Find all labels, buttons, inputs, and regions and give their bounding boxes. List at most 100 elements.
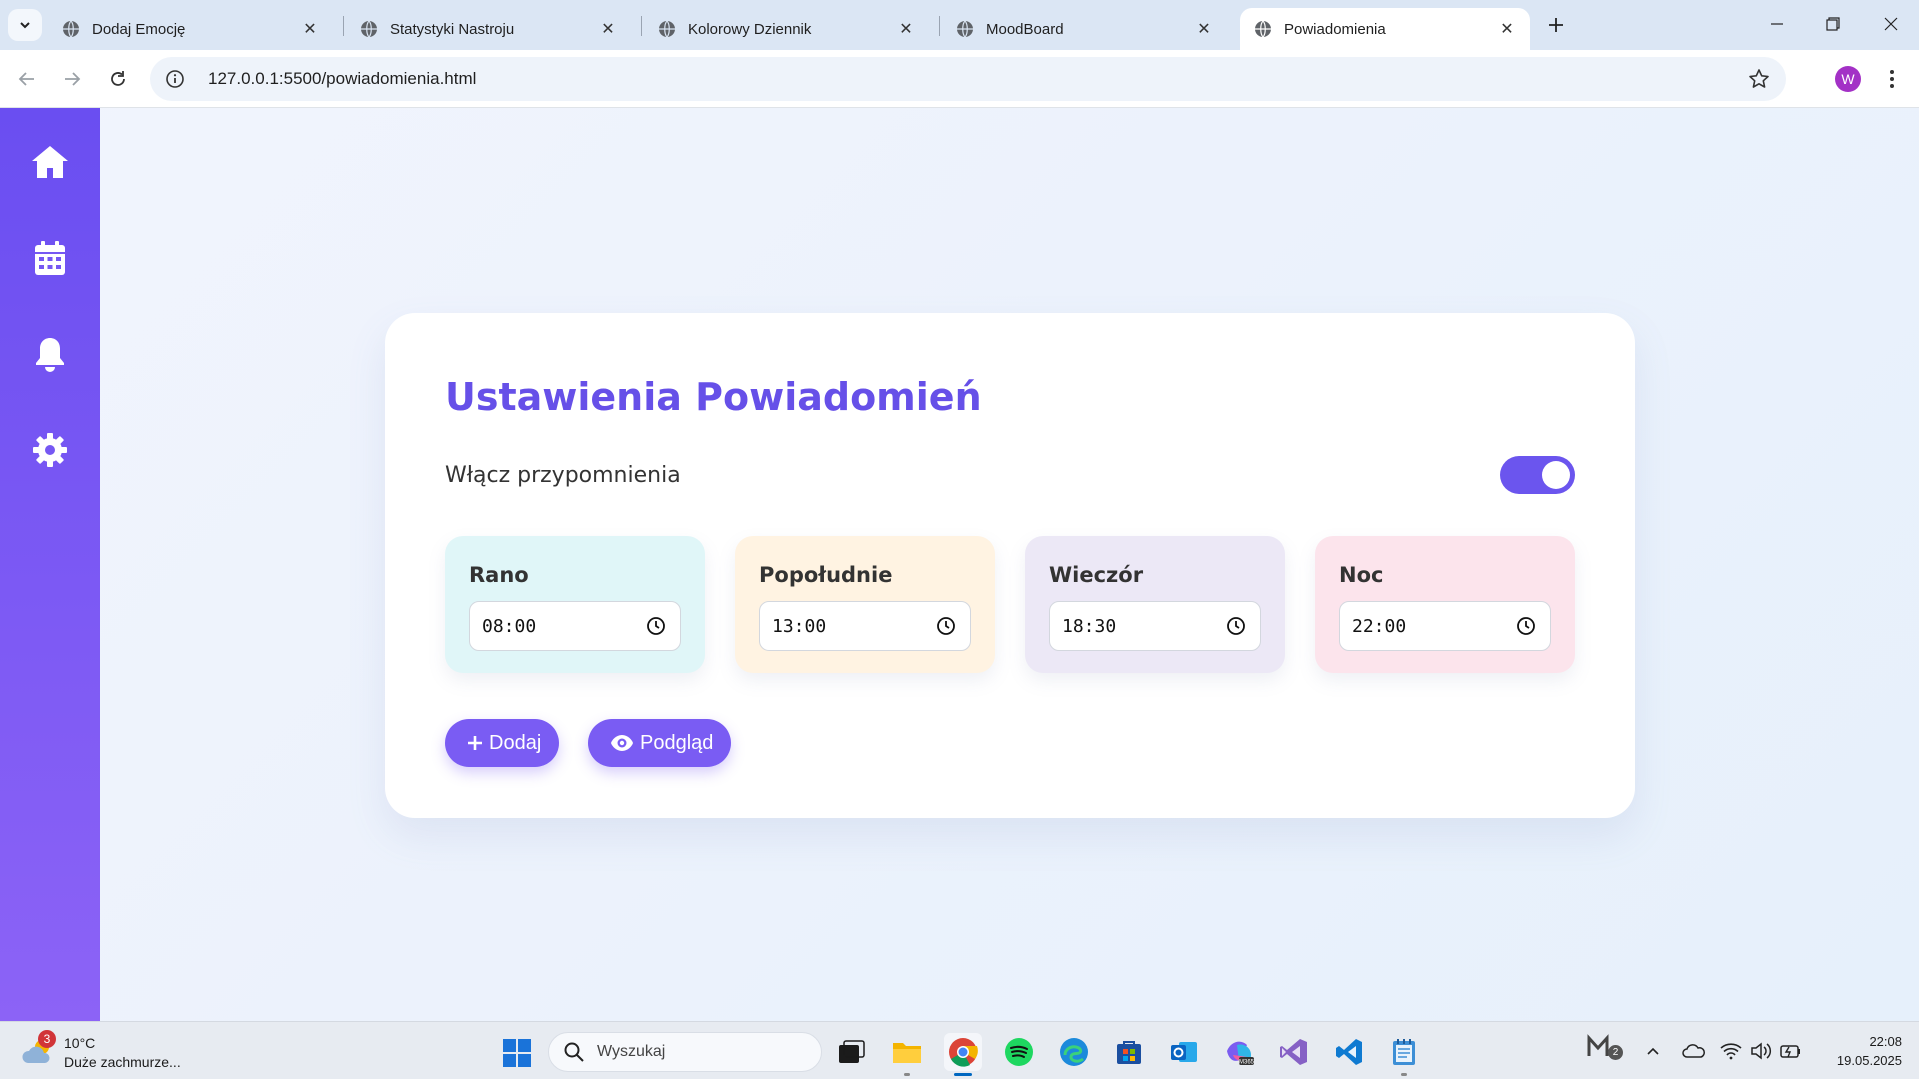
chevron-down-icon: [20, 22, 30, 29]
morning-time-input[interactable]: 08:00: [469, 601, 681, 651]
taskbar-m365[interactable]: M365: [1220, 1033, 1258, 1071]
tab-separator: [343, 16, 344, 36]
folder-icon: [893, 1043, 921, 1063]
task-view-icon: [839, 1040, 865, 1063]
close-icon[interactable]: ✕: [599, 20, 617, 38]
minimize-button[interactable]: [1752, 8, 1802, 40]
tray-app-m[interactable]: 2: [1587, 1034, 1623, 1060]
afternoon-time-input[interactable]: 13:00: [759, 601, 971, 651]
taskbar-visual-studio[interactable]: [1275, 1033, 1313, 1071]
star-icon[interactable]: [1748, 68, 1770, 90]
close-icon: [1884, 17, 1898, 31]
sidebar-item-notifications[interactable]: [26, 330, 74, 378]
taskbar-edge[interactable]: [1055, 1033, 1093, 1071]
info-icon[interactable]: [164, 68, 186, 90]
windows-icon: [503, 1039, 531, 1067]
restore-icon: [1826, 17, 1840, 31]
taskbar-outlook[interactable]: [1165, 1033, 1203, 1071]
tab-dodaj-emocje[interactable]: Dodaj Emocję ✕: [48, 8, 333, 50]
time-card-evening: Wieczór 18:30: [1025, 536, 1285, 673]
taskbar-spotify[interactable]: [1000, 1033, 1038, 1071]
start-button[interactable]: [502, 1038, 532, 1068]
close-icon[interactable]: ✕: [1195, 20, 1213, 38]
tray-badge: 2: [1608, 1045, 1623, 1060]
taskbar-store[interactable]: [1110, 1033, 1148, 1071]
close-icon[interactable]: ✕: [897, 20, 915, 38]
night-time-input[interactable]: 22:00: [1339, 601, 1551, 651]
running-indicator: [904, 1073, 910, 1076]
tab-strip: Dodaj Emocję ✕ Statystyki Nastroju ✕ Kol…: [0, 0, 1919, 50]
profile-avatar[interactable]: W: [1835, 66, 1861, 92]
outlook-icon: [1171, 1042, 1197, 1062]
search-icon: [564, 1042, 584, 1062]
forward-button[interactable]: [57, 64, 87, 94]
taskbar-notepad[interactable]: [1385, 1033, 1423, 1076]
spotify-icon: [1005, 1038, 1033, 1066]
globe-icon: [361, 20, 377, 38]
home-icon: [32, 146, 68, 178]
arrow-left-icon: [18, 72, 34, 86]
globe-icon: [63, 20, 79, 38]
tray-overflow-button[interactable]: [1642, 1040, 1664, 1062]
clock-date: 19.05.2025: [1836, 1053, 1902, 1068]
clock-icon[interactable]: [1516, 616, 1536, 636]
tab-search-button[interactable]: [8, 9, 42, 41]
tab-moodboard[interactable]: MoodBoard ✕: [942, 8, 1227, 50]
tray-onedrive[interactable]: [1682, 1040, 1706, 1062]
reload-button[interactable]: [103, 64, 133, 94]
arrow-right-icon: [65, 72, 81, 86]
notepad-icon: [1393, 1039, 1415, 1065]
taskbar-clock[interactable]: 22:08 19.05.2025: [1812, 1032, 1902, 1070]
new-tab-button[interactable]: [1541, 12, 1571, 38]
sidebar-item-home[interactable]: [26, 138, 74, 186]
tab-label: Powiadomienia: [1284, 20, 1386, 38]
back-button[interactable]: [12, 64, 42, 94]
tab-label: Statystyki Nastroju: [390, 20, 515, 38]
taskbar-task-view[interactable]: [832, 1033, 870, 1071]
sidebar-item-settings[interactable]: [26, 426, 74, 474]
restore-button[interactable]: [1808, 8, 1858, 40]
tab-kolorowy-dziennik[interactable]: Kolorowy Dziennik ✕: [644, 8, 929, 50]
add-reminder-button[interactable]: Dodaj: [445, 719, 560, 767]
time-card-morning: Rano 08:00: [445, 536, 705, 673]
close-window-button[interactable]: [1866, 8, 1916, 40]
url-text[interactable]: 127.0.0.1:5500/powiadomienia.html: [208, 69, 476, 89]
tray-wifi[interactable]: [1720, 1040, 1742, 1062]
time-card-label: Wieczór: [1049, 563, 1144, 587]
running-indicator: [954, 1073, 972, 1076]
wifi-icon: [1720, 1043, 1742, 1060]
chrome-icon: [949, 1038, 978, 1067]
taskbar-chrome[interactable]: [944, 1033, 982, 1076]
search-placeholder: Wyszukaj: [597, 1043, 666, 1060]
more-vertical-icon: [1890, 70, 1894, 88]
page-viewport: Ustawienia Powiadomień Włącz przypomnien…: [0, 108, 1919, 1021]
weather-widget[interactable]: 3 10°C Duże zachmurze...: [20, 1030, 200, 1074]
vscode-icon: [1336, 1039, 1362, 1065]
clock-icon[interactable]: [936, 616, 956, 636]
tab-powiadomienia[interactable]: Powiadomienia ✕: [1240, 8, 1530, 50]
globe-icon: [1255, 20, 1271, 38]
taskbar-file-explorer[interactable]: [888, 1033, 926, 1076]
sidebar-item-calendar[interactable]: [26, 234, 74, 282]
clock-icon[interactable]: [1226, 616, 1246, 636]
tab-label: Dodaj Emocję: [92, 20, 186, 38]
browser-toolbar: 127.0.0.1:5500/powiadomienia.html W: [0, 50, 1919, 108]
close-icon[interactable]: ✕: [1498, 20, 1516, 38]
tray-battery[interactable]: [1780, 1040, 1802, 1062]
tab-statystyki-nastroju[interactable]: Statystyki Nastroju ✕: [346, 8, 631, 50]
address-bar[interactable]: 127.0.0.1:5500/powiadomienia.html: [150, 57, 1786, 101]
tray-volume[interactable]: [1750, 1040, 1772, 1062]
weather-temperature: 10°C: [64, 1035, 96, 1051]
reminders-toggle[interactable]: [1500, 456, 1575, 494]
time-card-label: Noc: [1339, 563, 1384, 587]
browser-menu-button[interactable]: [1880, 64, 1904, 94]
taskbar-search[interactable]: Wyszukaj: [548, 1032, 822, 1072]
evening-time-input[interactable]: 18:30: [1049, 601, 1261, 651]
taskbar-vscode[interactable]: [1330, 1033, 1368, 1071]
minimize-icon: [1771, 23, 1783, 25]
close-icon[interactable]: ✕: [301, 20, 319, 38]
time-value: 13:00: [772, 615, 827, 637]
clock-icon[interactable]: [646, 616, 666, 636]
preview-button[interactable]: Podgląd: [588, 719, 732, 767]
calendar-icon: [35, 241, 65, 275]
